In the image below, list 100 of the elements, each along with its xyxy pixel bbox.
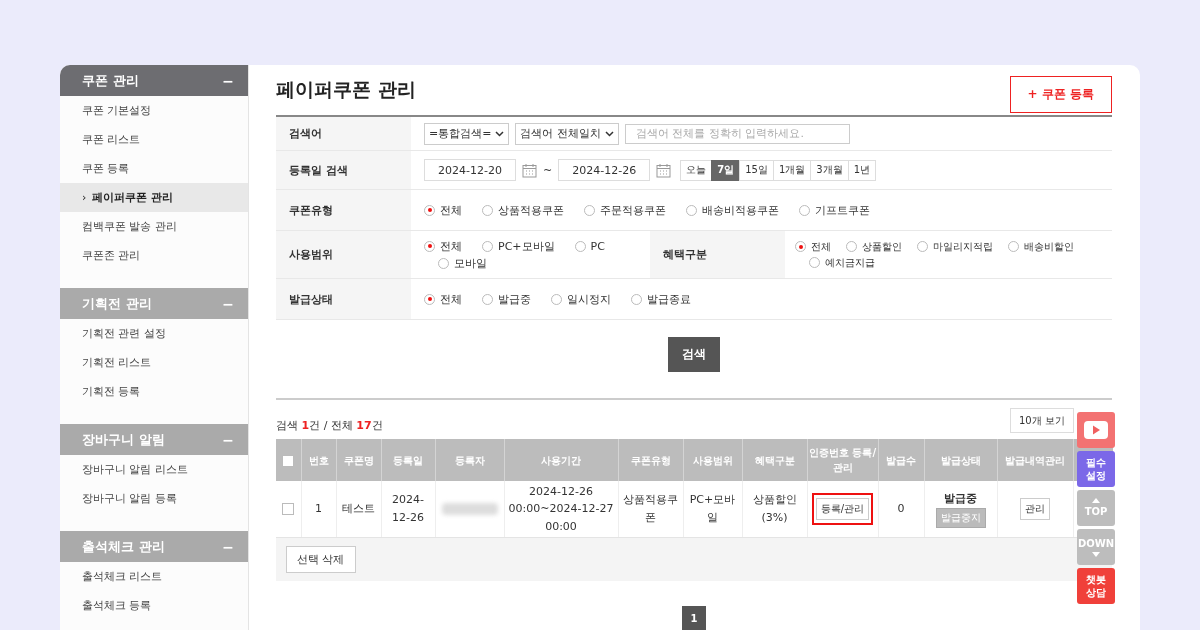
video-play-button[interactable]	[1077, 412, 1115, 448]
radio-label: 주문적용쿠폰	[600, 202, 666, 218]
table-cell: 테스트	[336, 481, 381, 538]
date-range-button[interactable]: 1년	[847, 159, 877, 181]
result-count: 검색 1건 / 전체 17건	[276, 418, 383, 433]
radio-option[interactable]: 주문적용쿠폰	[584, 202, 666, 218]
radio-button[interactable]	[1008, 241, 1019, 252]
radio-option[interactable]: 배송비할인	[1008, 239, 1074, 254]
radio-button[interactable]	[551, 293, 562, 305]
table-cell: 2024-12-26	[381, 481, 435, 538]
radio-option[interactable]: 발급중	[482, 291, 531, 307]
radio-button[interactable]	[574, 240, 586, 252]
radio-option[interactable]: 배송비적용쿠폰	[686, 202, 779, 218]
radio-option[interactable]: 마일리지적립	[917, 239, 993, 254]
radio-button[interactable]	[631, 293, 642, 305]
sidebar-item[interactable]: 쿠폰 리스트	[60, 125, 248, 154]
radio-button[interactable]	[795, 241, 806, 252]
row-checkbox[interactable]	[282, 503, 295, 516]
table-cell: 1	[301, 481, 336, 538]
sidebar-item[interactable]: 쿠폰존 관리	[60, 241, 248, 270]
register-coupon-button[interactable]: + 쿠폰 등록	[1009, 75, 1112, 113]
radio-label: 전체	[440, 202, 462, 218]
radio-option[interactable]: 상품할인	[846, 239, 902, 254]
select-all-checkbox[interactable]	[282, 454, 295, 467]
floating-button[interactable]: 챗봇 상담	[1077, 568, 1115, 604]
radio-option[interactable]: 일시정지	[551, 291, 611, 307]
field-label: 등록일 검색	[276, 151, 411, 189]
radio-label: 전체	[811, 239, 831, 254]
radio-button[interactable]	[846, 241, 857, 252]
column-header: 번호	[301, 439, 336, 481]
radio-button[interactable]	[482, 293, 493, 305]
sidebar-item[interactable]: 장바구니 알림 등록	[60, 484, 248, 513]
page-title: 페이퍼쿠폰 관리	[276, 77, 416, 102]
table-cell: 2024-12-26 00:00~2024-12-27 00:00	[504, 481, 618, 538]
table-cell: 0	[878, 481, 924, 538]
radio-option[interactable]: PC+모바일	[482, 238, 555, 254]
page-button[interactable]: 1	[682, 606, 706, 630]
radio-option[interactable]: 발급종료	[631, 291, 691, 307]
calendar-icon[interactable]	[522, 162, 537, 178]
table-cell: 상품적용쿠폰	[618, 481, 683, 538]
radio-option[interactable]: 전체	[795, 239, 831, 254]
menu-group-header[interactable]: 쿠폰 관리 −	[60, 65, 248, 96]
sidebar-item[interactable]: 컴백쿠폰 발송 관리	[60, 212, 248, 241]
sidebar-item[interactable]: 출석체크 등록	[60, 591, 248, 620]
sidebar-item[interactable]: 장바구니 알림 리스트	[60, 455, 248, 484]
dropdown[interactable]: =통합검색=	[424, 122, 510, 145]
play-icon	[1084, 421, 1108, 439]
sidebar-item[interactable]: 쿠폰 등록	[60, 154, 248, 183]
date-range-button[interactable]: 15일	[739, 159, 774, 181]
radio-button[interactable]	[424, 240, 435, 252]
radio-option[interactable]: 모바일	[438, 255, 487, 271]
radio-button[interactable]	[686, 204, 697, 216]
radio-button[interactable]	[584, 204, 595, 216]
dropdown[interactable]: 검색어 전체일치	[515, 122, 619, 145]
date-field[interactable]: 2024-12-20	[424, 159, 516, 181]
radio-option[interactable]: 상품적용쿠폰	[482, 202, 564, 218]
page-size-dropdown[interactable]: 10개 보기	[1010, 408, 1074, 433]
sidebar-item[interactable]: 쿠폰 기본설정	[60, 96, 248, 125]
calendar-icon[interactable]	[656, 162, 672, 178]
column-header: 사용범위	[683, 439, 742, 481]
radio-button[interactable]	[438, 257, 449, 269]
sidebar-item[interactable]: 기획전 등록	[60, 377, 248, 406]
history-manage-button[interactable]: 관리	[1020, 498, 1050, 520]
field-label: 검색어	[276, 117, 411, 150]
column-header: 쿠폰명	[336, 439, 381, 481]
radio-button[interactable]	[482, 240, 493, 252]
field-label: 사용범위	[276, 231, 411, 278]
date-range-button[interactable]: 3개월	[810, 159, 849, 181]
radio-option[interactable]: 전체	[424, 202, 462, 218]
delete-selected-button[interactable]: 선택 삭제	[286, 546, 356, 573]
radio-label: 발급중	[498, 291, 531, 307]
date-range-button[interactable]: 1개월	[772, 159, 812, 181]
table-cell: PC+모바일	[683, 481, 742, 538]
sidebar-item[interactable]: 기획전 리스트	[60, 348, 248, 377]
column-header: 사용기간	[504, 439, 618, 481]
field-label: 쿠폰유형	[276, 190, 411, 230]
date-range-button[interactable]: 7일	[711, 159, 741, 181]
radio-option[interactable]: 전체	[424, 291, 462, 307]
radio-label: 상품적용쿠폰	[498, 202, 564, 218]
radio-option[interactable]: 기프트쿠폰	[799, 202, 870, 218]
radio-label: 모바일	[454, 255, 487, 271]
radio-button[interactable]	[424, 204, 435, 216]
sidebar-item[interactable]: 출석체크 리스트	[60, 562, 248, 591]
radio-button[interactable]	[482, 204, 493, 216]
column-header: 쿠폰유형	[618, 439, 683, 481]
radio-option[interactable]: 전체	[424, 238, 462, 254]
floating-button[interactable]: 필수 설정	[1077, 451, 1115, 487]
date-field[interactable]: 2024-12-26	[558, 159, 651, 181]
radio-option[interactable]: 예치금지급	[809, 255, 875, 270]
sidebar-item[interactable]: 기획전 관련 설정	[60, 319, 248, 348]
radio-option[interactable]: PC	[574, 239, 605, 253]
radio-button[interactable]	[424, 293, 435, 305]
radio-button[interactable]	[799, 204, 810, 216]
radio-button[interactable]	[809, 257, 820, 268]
radio-button[interactable]	[917, 241, 928, 252]
search-button[interactable]: 검색	[668, 337, 720, 372]
sidebar-item[interactable]: › 페이퍼쿠폰 관리	[60, 183, 248, 212]
date-range-button[interactable]: 오늘	[680, 159, 713, 181]
search-field[interactable]: 검색어 전체를 정확히 입력하세요.	[624, 123, 850, 144]
auth-manage-button[interactable]: 등록/관리	[815, 498, 870, 520]
